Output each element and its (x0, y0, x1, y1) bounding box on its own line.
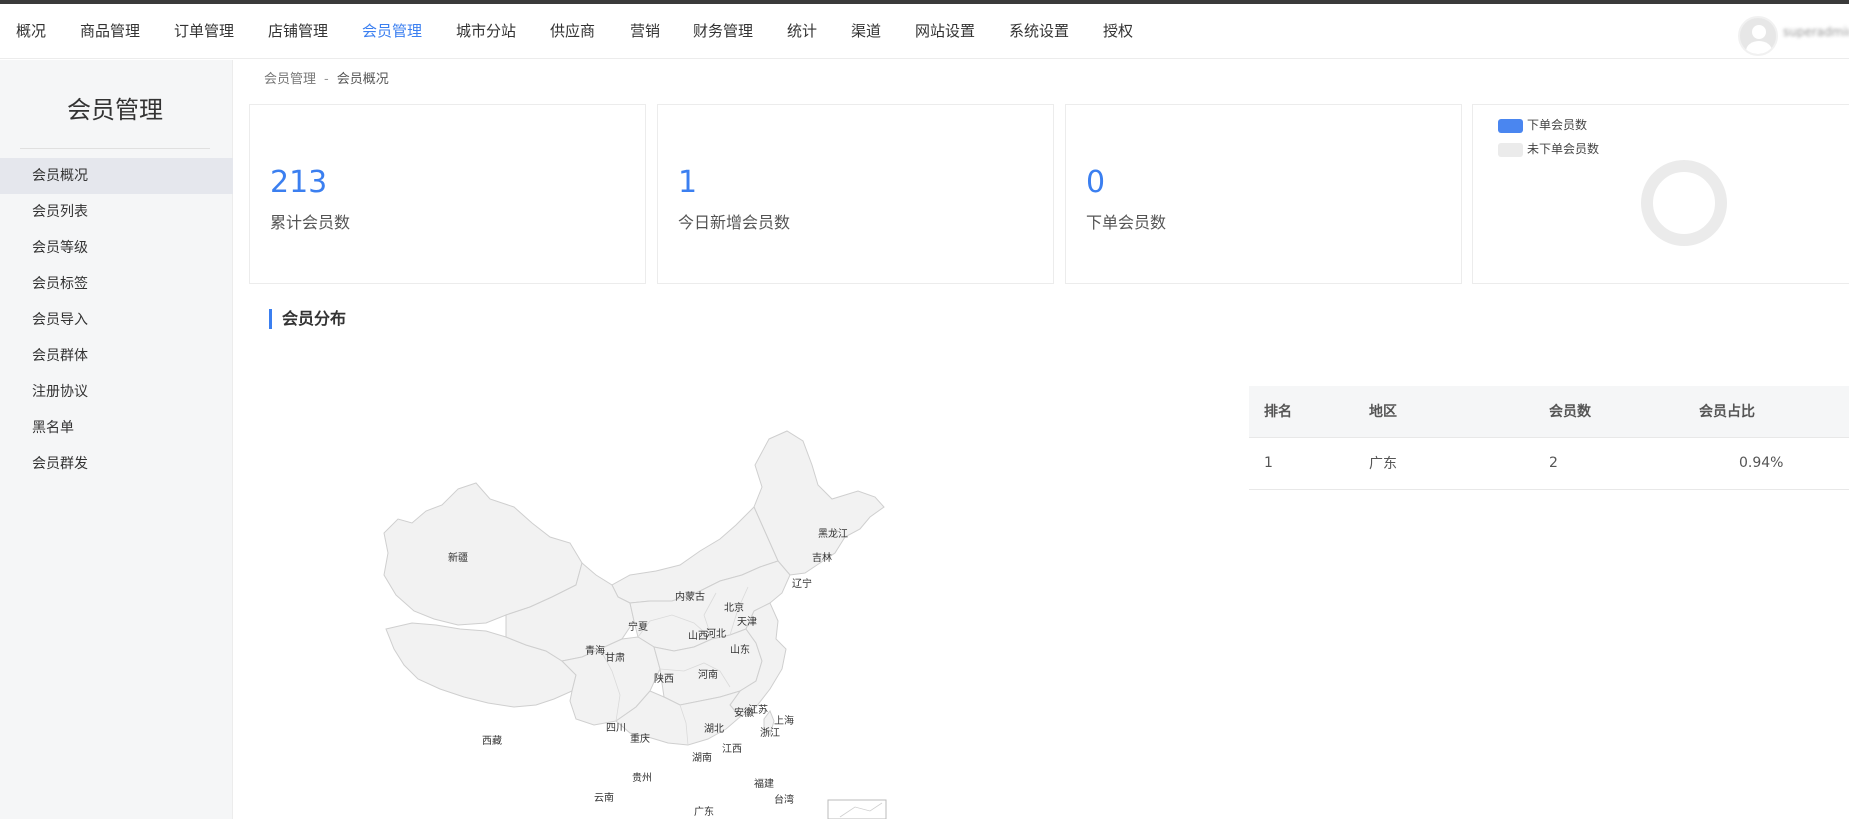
member-ranking-table: 排名 地区 会员数 会员占比 1 广东 2 0.94% (1249, 386, 1849, 490)
map-label-shaanxi: 陕西 (654, 672, 674, 685)
nav-item-system-settings[interactable]: 系统设置 (1009, 4, 1069, 59)
map-label-beijing: 北京 (724, 601, 744, 614)
map-label-taiwan: 台湾 (774, 793, 794, 806)
stat-card-total-members: 213 累计会员数 (249, 104, 646, 284)
map-label-hunan: 湖南 (692, 751, 712, 764)
sidebar-item-levels[interactable]: 会员等级 (0, 230, 233, 266)
china-member-map[interactable]: 黑龙江 吉林 辽宁 内蒙古 北京 天津 河北 山西 山东 宁夏 青海 甘肃 陕西… (300, 425, 920, 819)
legend-item-ordering[interactable]: 下单会员数 (1498, 117, 1587, 133)
map-islands-inset (827, 799, 887, 819)
map-label-qinghai: 青海 (585, 644, 605, 657)
nav-item-license[interactable]: 授权 (1103, 4, 1133, 59)
map-label-zhejiang: 浙江 (760, 727, 780, 739)
stat-card-ordering-members: 0 下单会员数 (1065, 104, 1462, 284)
map-label-guangdong: 广东 (694, 805, 714, 818)
map-label-inner-mongolia: 内蒙古 (675, 590, 705, 603)
nav-item-city-sites[interactable]: 城市分站 (456, 4, 516, 59)
breadcrumb-parent[interactable]: 会员管理 (264, 72, 316, 87)
stat-card-new-today: 1 今日新增会员数 (657, 104, 1054, 284)
column-header-rank: 排名 (1249, 386, 1369, 438)
map-label-tianjin: 天津 (737, 616, 757, 628)
map-label-xinjiang: 新疆 (448, 551, 468, 564)
table-header-row: 排名 地区 会员数 会员占比 (1249, 386, 1849, 438)
map-label-sichuan: 四川 (606, 723, 626, 734)
nav-item-marketing[interactable]: 营销 (630, 4, 660, 59)
map-label-shanghai: 上海 (774, 714, 794, 727)
sidebar-item-groups[interactable]: 会员群体 (0, 338, 233, 374)
legend-swatch-ordering (1498, 118, 1523, 133)
sidebar-item-import[interactable]: 会员导入 (0, 302, 233, 338)
nav-item-finance[interactable]: 财务管理 (693, 4, 753, 59)
cell-region: 广东 (1369, 437, 1549, 490)
map-label-hebei: 河北 (706, 628, 726, 640)
breadcrumb-current: 会员概况 (336, 72, 389, 87)
map-label-yunnan: 云南 (594, 791, 614, 804)
map-label-guizhou: 贵州 (632, 771, 652, 784)
map-label-ningxia: 宁夏 (628, 620, 648, 633)
nav-item-members[interactable]: 会员管理 (362, 4, 422, 59)
map-islands-inset-lines (839, 802, 883, 818)
map-label-jiangxi: 江西 (722, 743, 742, 755)
nav-item-shops[interactable]: 店铺管理 (268, 4, 328, 59)
map-label-heilongjiang: 黑龙江 (818, 527, 848, 540)
sidebar-divider (20, 148, 210, 149)
nav-item-overview[interactable]: 概况 (16, 4, 46, 59)
donut-chart-card: 下单会员数 未下单会员数 (1472, 104, 1849, 284)
donut-ring-not-ordering (1641, 160, 1727, 246)
stat-label: 下单会员数 (1086, 213, 1167, 232)
legend-label: 未下单会员数 (1527, 142, 1600, 156)
column-header-member-count: 会员数 (1549, 386, 1699, 438)
breadcrumb: 会员管理 - 会员概况 (264, 70, 389, 90)
avatar-body-icon (1746, 41, 1772, 54)
map-label-jilin: 吉林 (812, 551, 832, 564)
nav-item-suppliers[interactable]: 供应商 (550, 4, 595, 59)
nav-item-site-settings[interactable]: 网站设置 (915, 4, 975, 59)
nav-item-statistics[interactable]: 统计 (787, 4, 817, 59)
donut-chart (1641, 160, 1727, 246)
column-header-member-ratio: 会员占比 (1699, 386, 1849, 438)
cell-rank: 1 (1249, 437, 1369, 490)
avatar-head-icon (1752, 25, 1766, 39)
breadcrumb-separator: - (324, 72, 329, 87)
sidebar-title: 会员管理 (67, 96, 163, 124)
sidebar-item-agreement[interactable]: 注册协议 (0, 374, 233, 410)
map-label-shandong: 山东 (730, 643, 750, 656)
map-label-tibet: 西藏 (482, 735, 502, 747)
sidebar: 会员管理 会员概况 会员列表 会员等级 会员标签 会员导入 会员群体 注册协议 … (0, 60, 233, 819)
table-row: 1 广东 2 0.94% (1249, 437, 1849, 490)
sidebar-item-list[interactable]: 会员列表 (0, 194, 233, 230)
legend-label: 下单会员数 (1527, 118, 1588, 132)
sidebar-item-tags[interactable]: 会员标签 (0, 266, 233, 302)
user-avatar[interactable] (1738, 16, 1778, 56)
top-nav: 概况 商品管理 订单管理 店铺管理 会员管理 城市分站 供应商 营销 财务管理 … (0, 4, 1849, 59)
map-label-jiangsu: 江苏 (748, 703, 768, 716)
column-header-region: 地区 (1369, 386, 1549, 438)
sidebar-item-mass-message[interactable]: 会员群发 (0, 446, 233, 482)
legend-item-not-ordering[interactable]: 未下单会员数 (1498, 141, 1599, 157)
map-label-liaoning: 辽宁 (792, 577, 812, 590)
stat-value: 213 (270, 165, 328, 200)
sidebar-item-overview[interactable]: 会员概况 (0, 158, 233, 194)
map-label-fujian: 福建 (754, 777, 774, 790)
section-title-member-distribution: 会员分布 (269, 309, 346, 329)
stat-value: 1 (678, 165, 698, 200)
map-label-hubei: 湖北 (704, 723, 724, 735)
nav-item-goods[interactable]: 商品管理 (80, 4, 140, 59)
map-label-henan: 河南 (698, 668, 718, 681)
nav-item-channels[interactable]: 渠道 (851, 4, 881, 59)
legend-swatch-not-ordering (1498, 142, 1523, 157)
stat-label: 累计会员数 (270, 213, 351, 232)
cell-member-ratio: 0.94% (1699, 437, 1849, 490)
nav-item-orders[interactable]: 订单管理 (174, 4, 234, 59)
stat-value: 0 (1086, 165, 1106, 200)
cell-member-count: 2 (1549, 437, 1699, 490)
map-label-gansu: 甘肃 (605, 651, 625, 664)
map-label-chongqing: 重庆 (630, 732, 650, 745)
stat-label: 今日新增会员数 (678, 213, 791, 232)
username[interactable]: superadmin (1783, 26, 1849, 38)
map-label-shanxi: 山西 (688, 630, 708, 642)
sidebar-item-blacklist[interactable]: 黑名单 (0, 410, 233, 446)
